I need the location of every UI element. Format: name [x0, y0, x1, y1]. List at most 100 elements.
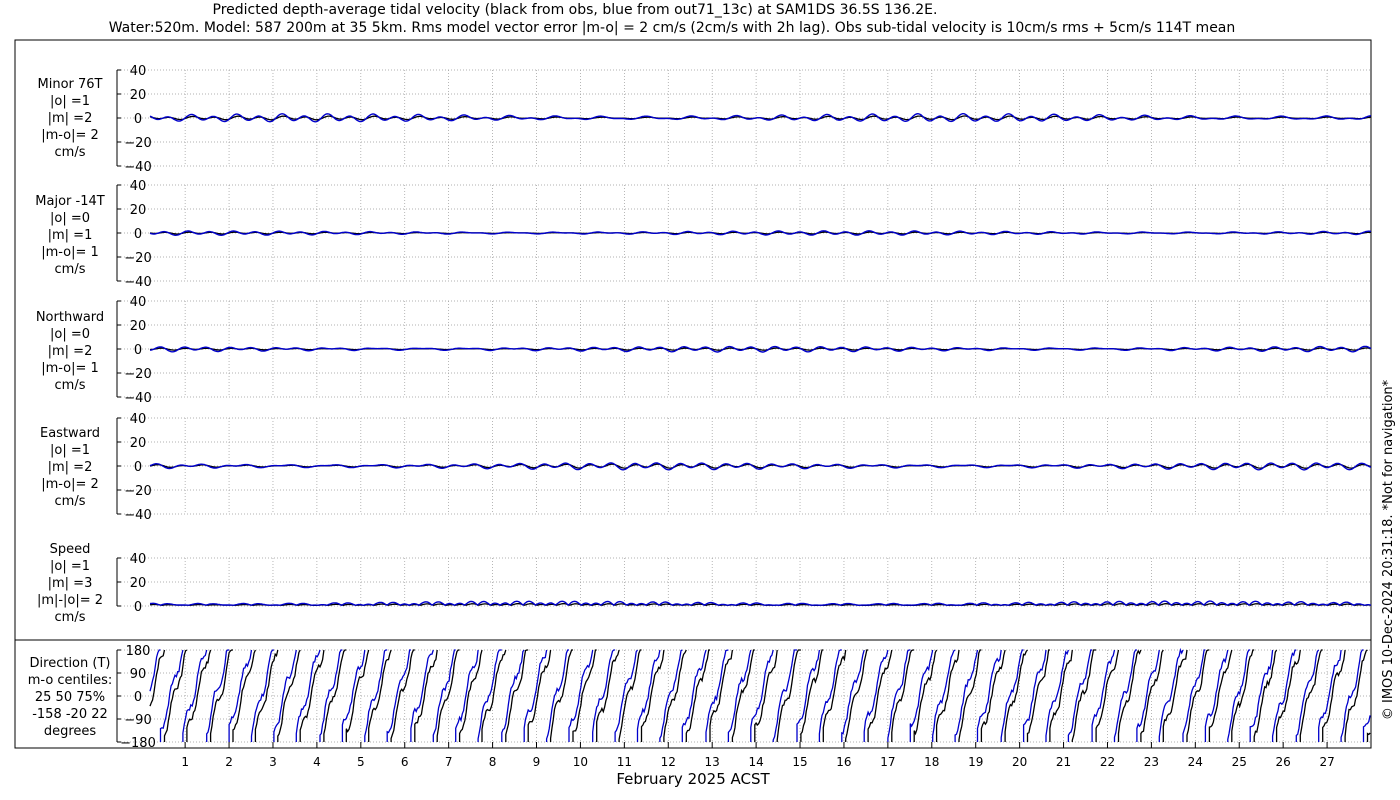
x-axis-ticks: 1 2 3 4 5 6 7 8 9 10 11 12 13 14 15 16 17 18 19 20 21 22 23 24 2… [181, 742, 1335, 769]
panel-label-line: |m| =2 [48, 344, 93, 359]
panel-label-line: 25 50 75% [35, 690, 105, 705]
panel-label-line: cm/s [55, 262, 86, 277]
x-tick-label: 25 [1232, 755, 1247, 769]
x-tick-label: 12 [661, 755, 676, 769]
y-tick-label: 20 [130, 576, 147, 591]
panel-major: 40 20 0 −20 −40 Major -14T |o| =0 |m| =1 |m-o|= … [35, 179, 1372, 290]
y-tick-label: 40 [130, 552, 147, 567]
panel-label-line: Direction (T) [30, 656, 111, 671]
x-tick-label: 7 [445, 755, 453, 769]
y-tick-label: 0 [134, 112, 142, 127]
panel-direction: 180 90 0 −90 −180 Direction (T) m-o centiles: 2… [28, 644, 1371, 751]
x-tick-label: 23 [1144, 755, 1159, 769]
y-tick-label: 20 [130, 436, 147, 451]
panel-label-line: |o| =0 [50, 211, 90, 226]
y-tick-label: −40 [124, 508, 151, 523]
y-tick-label: 40 [130, 412, 147, 427]
upper-frame [14, 39, 1372, 641]
panel-label-line: |o| =0 [50, 327, 90, 342]
panel-label-line: |m| =3 [48, 576, 93, 591]
panel-label-line: |m| =2 [48, 111, 93, 126]
x-tick-label: 18 [924, 755, 939, 769]
x-axis-label: February 2025 ACST [616, 770, 770, 788]
y-tick-label: 40 [130, 179, 147, 194]
x-tick-label: 5 [357, 755, 365, 769]
x-tick-label: 3 [269, 755, 277, 769]
panel-north: 40 20 0 −20 −40 Northward |o| =0 |m| =2 |m-o|= 1… [36, 295, 1372, 406]
panel-label-line: cm/s [55, 610, 86, 625]
x-tick-label: 9 [533, 755, 541, 769]
y-tick-label: 0 [134, 690, 142, 705]
x-tick-label: 8 [489, 755, 497, 769]
panel-label-line: Eastward [40, 426, 100, 441]
y-tick-label: 0 [134, 343, 142, 358]
panel-speed: 40 20 0 Speed |o| =1 |m| =3 |m|-|o|= 2 cm/s [37, 542, 1372, 625]
x-tick-label: 6 [401, 755, 409, 769]
panel-label-line: |m-o|= 2 [41, 128, 99, 143]
tidal-velocity-chart: Predicted depth-average tidal velocity (… [14, 2, 1396, 788]
x-tick-label: 10 [573, 755, 588, 769]
y-tick-label: −20 [124, 367, 151, 382]
panel-label-line: |m| =1 [48, 228, 93, 243]
x-tick-label: 11 [617, 755, 632, 769]
panel-label-line: Major -14T [35, 194, 104, 209]
panel-label-line: |m| =2 [48, 460, 93, 475]
y-tick-label: 90 [130, 667, 147, 682]
x-tick-label: 22 [1100, 755, 1115, 769]
panel-label-line: cm/s [55, 145, 86, 160]
copyright-note: © IMOS 10-Dec-2024 20:31:18. *Not for na… [1381, 379, 1396, 720]
panel-label-line: degrees [44, 724, 97, 739]
x-tick-label: 15 [792, 755, 807, 769]
y-tick-label: −40 [124, 391, 151, 406]
panel-label-line: Minor 76T [38, 77, 103, 92]
panel-label-line: Speed [50, 542, 91, 557]
y-tick-label: 0 [134, 227, 142, 242]
x-tick-label: 16 [836, 755, 851, 769]
panel-label-line: |o| =1 [50, 94, 90, 109]
x-tick-label: 24 [1188, 755, 1203, 769]
x-tick-label: 21 [1056, 755, 1071, 769]
x-tick-label: 17 [880, 755, 895, 769]
y-tick-label: 20 [130, 88, 147, 103]
x-tick-label: 13 [705, 755, 720, 769]
y-tick-label: 40 [130, 295, 147, 310]
panel-label-line: |m-o|= 1 [41, 245, 99, 260]
y-tick-label: −40 [124, 275, 151, 290]
panel-east: 40 20 0 −20 −40 Eastward |o| =1 |m| =2 |m-o|= 2 c… [40, 412, 1372, 523]
panel-label-line: |o| =1 [50, 443, 90, 458]
y-tick-label: 40 [130, 64, 147, 79]
y-tick-label: −40 [124, 160, 151, 175]
y-tick-label: 20 [130, 319, 147, 334]
panel-minor: 40 20 0 −20 −40 Minor 76T |o| =1 |m| =2 |m-o|= 2… [38, 64, 1372, 175]
panels-group: 40200−20−40Minor 76T|o| =1|m| =2|m-o|= 2… [28, 64, 1372, 769]
y-tick-label: 0 [134, 600, 142, 615]
series-model [149, 462, 1372, 471]
chart-title-line1: Predicted depth-average tidal velocity (… [213, 2, 938, 18]
y-tick-label: −20 [124, 136, 151, 151]
y-tick-label: −180 [120, 736, 156, 751]
x-tick-label: 19 [968, 755, 983, 769]
y-tick-label: 180 [126, 644, 151, 659]
x-tick-label: 27 [1319, 755, 1334, 769]
y-tick-label: −20 [124, 484, 151, 499]
x-tick-label: 1 [181, 755, 189, 769]
panel-label-line: -158 -20 22 [32, 707, 108, 722]
y-tick-label: −20 [124, 251, 151, 266]
x-tick-label: 4 [313, 755, 321, 769]
y-tick-label: −90 [124, 713, 151, 728]
panel-label-line: |o| =1 [50, 559, 90, 574]
y-tick-label: 20 [130, 203, 147, 218]
y-tick-label: 0 [134, 460, 142, 475]
panel-label-line: cm/s [55, 378, 86, 393]
panel-label-line: Northward [36, 310, 104, 325]
x-tick-label: 26 [1276, 755, 1291, 769]
panel-label-line: m-o centiles: [28, 673, 113, 688]
chart-title-line2: Water:520m. Model: 587 200m at 35 5km. R… [109, 20, 1236, 36]
x-tick-label: 14 [748, 755, 763, 769]
x-tick-label: 2 [225, 755, 233, 769]
panel-label-line: |m-o|= 1 [41, 361, 99, 376]
panel-label-line: |m-o|= 2 [41, 477, 99, 492]
x-tick-label: 20 [1012, 755, 1027, 769]
panel-label-line: |m|-|o|= 2 [37, 593, 103, 608]
panel-label-line: cm/s [55, 494, 86, 509]
